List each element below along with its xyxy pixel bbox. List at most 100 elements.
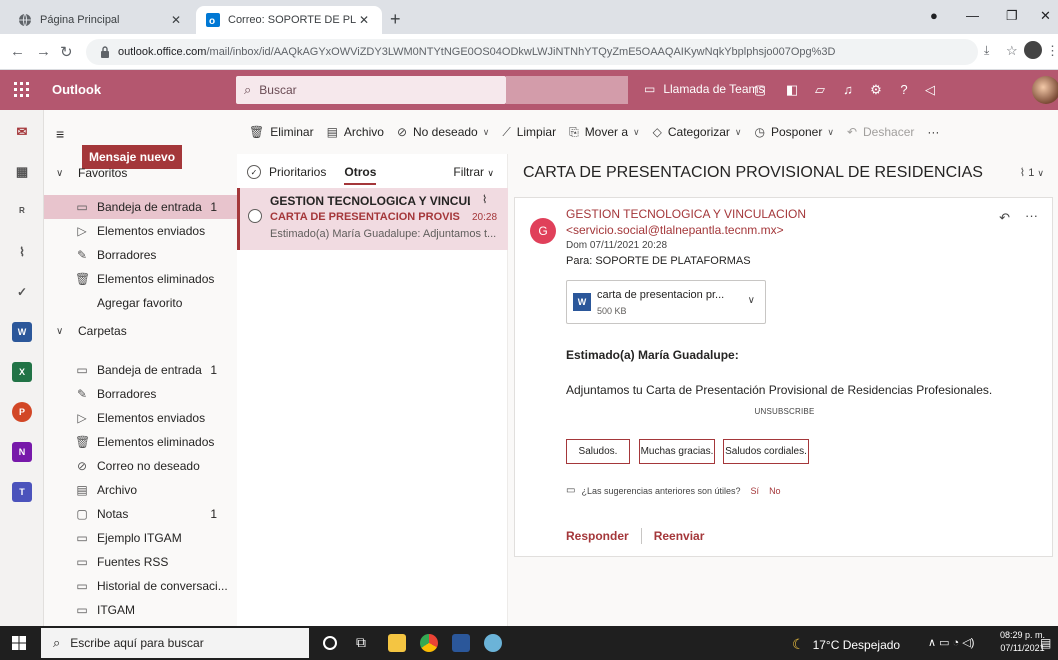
- excel-icon[interactable]: X: [12, 362, 32, 382]
- folder-item-deleted[interactable]: 🗑 Elementos eliminados: [44, 430, 237, 454]
- restore-icon[interactable]: ❐: [1006, 8, 1018, 24]
- onenote-icon[interactable]: N: [12, 442, 32, 462]
- teams-icon[interactable]: T: [12, 482, 32, 502]
- fav-item-deleted[interactable]: 🗑 Elementos eliminados: [44, 267, 237, 291]
- add-favorite-link[interactable]: Agregar favorito: [44, 291, 237, 315]
- reload-icon[interactable]: ↻: [60, 43, 73, 61]
- file-explorer-icon[interactable]: [388, 634, 406, 652]
- todo-icon[interactable]: ✓: [12, 282, 32, 302]
- folder-item-notes[interactable]: ▢ Notas 1: [44, 502, 237, 526]
- list-item[interactable]: GESTION TECNOLOGICA Y VINCULAC... ⌇ CART…: [237, 188, 508, 250]
- move-button[interactable]: ⎘ Mover a ∨: [569, 125, 640, 140]
- chat-icon[interactable]: ▢: [752, 82, 768, 98]
- powerpoint-icon[interactable]: P: [12, 402, 32, 422]
- forward-button[interactable]: Reenviar: [654, 529, 705, 543]
- select-message-radio[interactable]: [248, 209, 262, 223]
- suggested-reply-3[interactable]: Saludos cordiales.: [723, 439, 809, 464]
- reply-button[interactable]: Responder: [566, 529, 629, 543]
- url-field[interactable]: outlook.office.com/mail/inbox/id/AAQkAGY…: [86, 39, 978, 65]
- feedback-yes[interactable]: Sí: [751, 486, 760, 496]
- tab-focused[interactable]: Prioritarios: [269, 165, 326, 179]
- word-icon[interactable]: W: [12, 322, 32, 342]
- sender-avatar[interactable]: G: [530, 218, 556, 244]
- system-tray-icons[interactable]: ∧ ▭ ◔ ◁): [928, 636, 974, 649]
- feedback-icon[interactable]: ◁: [922, 82, 938, 98]
- system-clock[interactable]: 08:29 p. m. 07/11/2021: [1000, 629, 1045, 655]
- teams-call-button[interactable]: ▭ Llamada de Teams: [644, 82, 765, 96]
- more-vert-icon[interactable]: ⋮: [1046, 43, 1058, 59]
- bell-icon[interactable]: ♫: [840, 82, 856, 98]
- new-tab-icon[interactable]: +: [390, 9, 401, 30]
- paint-icon[interactable]: [484, 634, 502, 652]
- filter-button[interactable]: Filtrar ∨: [453, 165, 494, 179]
- app-name[interactable]: Outlook: [52, 82, 101, 97]
- forward-icon[interactable]: →: [36, 43, 51, 60]
- delete-button[interactable]: 🗑 Eliminar: [249, 125, 314, 139]
- profile-avatar[interactable]: [1024, 41, 1042, 59]
- search-box[interactable]: ⌕ Buscar: [236, 76, 506, 104]
- calendar-icon[interactable]: ▦: [12, 162, 32, 182]
- fav-item-drafts[interactable]: ✎ Borradores: [44, 243, 237, 267]
- folder-item-sent[interactable]: ▷ Elementos enviados: [44, 406, 237, 430]
- more-options-icon[interactable]: ···: [927, 125, 939, 139]
- select-all-icon[interactable]: ✓: [247, 165, 261, 179]
- back-icon[interactable]: ←: [10, 43, 25, 60]
- install-icon[interactable]: ⤓: [984, 43, 989, 58]
- mail-icon[interactable]: ✉: [12, 122, 32, 142]
- reply-icon[interactable]: ↶: [999, 210, 1010, 226]
- fav-item-inbox[interactable]: ▭ Bandeja de entrada 1: [44, 195, 237, 219]
- sender-email[interactable]: <servicio.social@tlalnepantla.tecnm.mx>: [566, 223, 784, 237]
- close-window-icon[interactable]: ✕: [1040, 8, 1051, 24]
- chrome-icon[interactable]: [420, 634, 438, 652]
- sender-name[interactable]: GESTION TECNOLOGICA Y VINCULACION: [566, 207, 806, 221]
- feedback-no[interactable]: No: [769, 486, 781, 496]
- bookmark-star-icon[interactable]: ☆: [1006, 43, 1018, 59]
- sweep-button[interactable]: ⟋ Limpiar: [502, 125, 556, 140]
- folder-item-archive[interactable]: ▤ Archivo: [44, 478, 237, 502]
- chevron-down-icon[interactable]: ∨: [748, 295, 755, 306]
- tab-other[interactable]: Otros: [344, 165, 377, 185]
- people-icon[interactable]: ᴿ: [12, 202, 32, 222]
- categorize-button[interactable]: ◇ Categorizar ∨: [653, 125, 742, 139]
- close-tab-icon[interactable]: ✕: [168, 13, 184, 27]
- profile-dot-icon[interactable]: ●: [930, 8, 938, 23]
- tab-pagina-principal[interactable]: Página Principal ✕: [8, 6, 194, 34]
- whiteboard-icon[interactable]: ▱: [812, 82, 828, 98]
- folder-item-drafts[interactable]: ✎ Borradores: [44, 382, 237, 406]
- junk-button[interactable]: ⊘ No deseado ∨: [397, 125, 489, 139]
- taskbar-search[interactable]: ⌕ Escribe aquí para buscar: [41, 628, 309, 658]
- word-icon[interactable]: [452, 634, 470, 652]
- unsubscribe-link[interactable]: UNSUBSCRIBE: [515, 407, 1054, 416]
- help-icon[interactable]: ?: [896, 82, 912, 98]
- folder-item-inbox[interactable]: ▭ Bandeja de entrada 1: [44, 358, 237, 382]
- user-avatar[interactable]: [1032, 76, 1058, 104]
- attachment-card[interactable]: W carta de presentacion pr... 500 KB ∨: [566, 280, 766, 324]
- folder-item-junk[interactable]: ⊘ Correo no deseado: [44, 454, 237, 478]
- app-launcher-icon[interactable]: [14, 82, 30, 98]
- more-options-icon[interactable]: ···: [1025, 208, 1038, 223]
- gear-icon[interactable]: ⚙: [868, 82, 884, 98]
- undo-button[interactable]: ↶ Deshacer: [847, 125, 914, 139]
- folder-item-ejemplo-itgam[interactable]: ▭ Ejemplo ITGAM: [44, 526, 237, 550]
- folder-item-history[interactable]: ▭ Historial de conversaci...: [44, 574, 237, 598]
- paperclip-icon[interactable]: ⌇: [12, 242, 32, 262]
- notification-icon[interactable]: ▤: [1040, 636, 1051, 650]
- windows-start-icon[interactable]: [12, 636, 26, 650]
- weather-widget[interactable]: ☾ 17°C Despejado: [792, 636, 900, 653]
- attachment-count[interactable]: ⌇ 1 ∨: [1020, 166, 1044, 179]
- office-icon[interactable]: ◧: [784, 82, 800, 98]
- folder-item-itgam[interactable]: ▭ ITGAM: [44, 598, 237, 622]
- cortana-icon[interactable]: [323, 636, 337, 650]
- suggested-reply-2[interactable]: Muchas gracias.: [639, 439, 715, 464]
- minimize-icon[interactable]: —: [966, 8, 979, 23]
- task-view-icon[interactable]: ⧉: [356, 634, 374, 652]
- close-tab-icon[interactable]: ✕: [356, 13, 372, 27]
- archive-button[interactable]: ▤ Archivo: [327, 125, 384, 139]
- suggested-reply-1[interactable]: Saludos.: [566, 439, 630, 464]
- favorites-header[interactable]: ∨ Favoritos: [56, 166, 127, 180]
- tab-outlook-mail[interactable]: o Correo: SOPORTE DE PLATAFORM ✕: [196, 6, 382, 34]
- folder-item-rss[interactable]: ▭ Fuentes RSS: [44, 550, 237, 574]
- folders-header[interactable]: ∨ Carpetas: [56, 324, 127, 338]
- hamburger-icon[interactable]: ≡: [56, 126, 64, 142]
- snooze-button[interactable]: ◷ Posponer ∨: [755, 125, 834, 139]
